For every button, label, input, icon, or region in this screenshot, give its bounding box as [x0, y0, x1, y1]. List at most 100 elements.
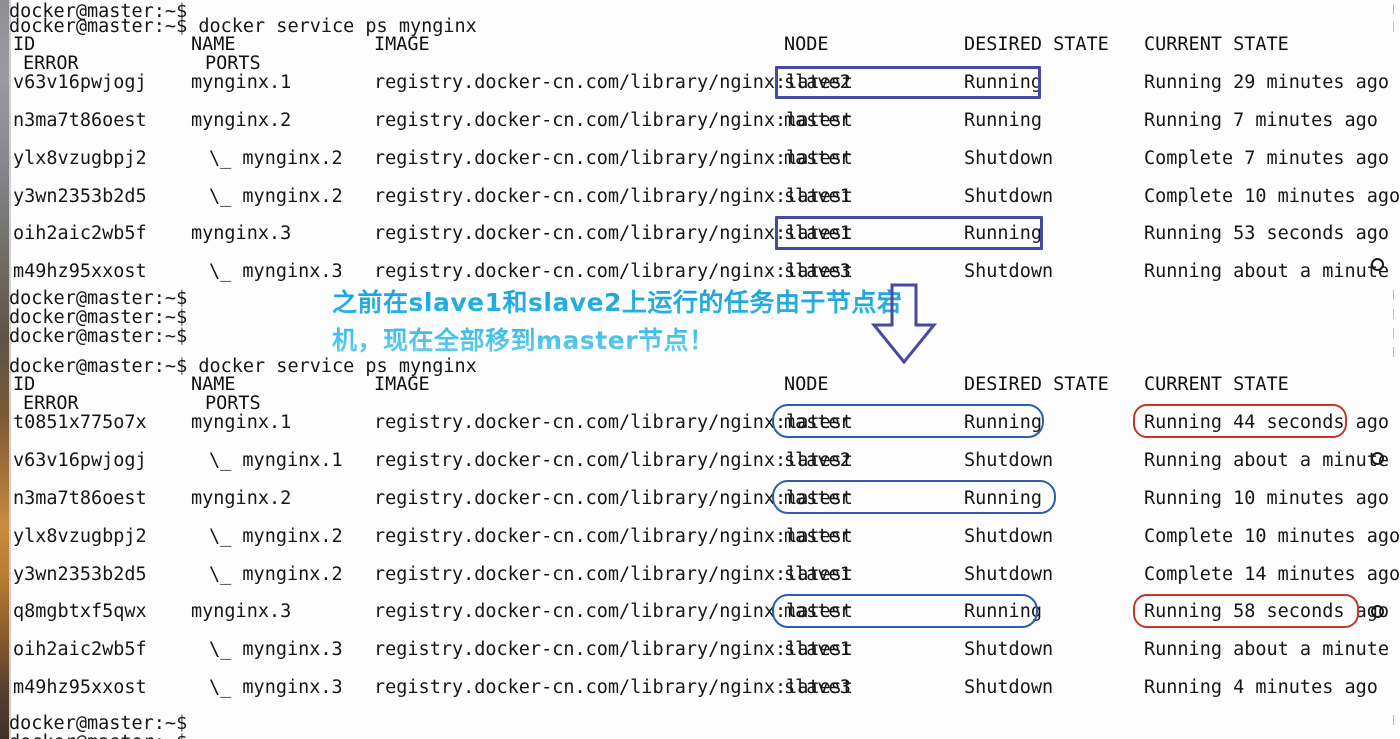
- cell-id: v63v16pwjogj: [13, 72, 147, 93]
- cell-id: m49hz95xxost: [13, 677, 147, 698]
- cell-image: registry.docker-cn.com/library/nginx:lat…: [374, 148, 853, 169]
- cell-node: slave3: [784, 677, 851, 698]
- cell-current-state: Complete 10 minutes ago: [1144, 526, 1400, 547]
- cell-node: master: [784, 148, 851, 169]
- cell-desired-state: Shutdown: [964, 564, 1054, 585]
- table-row: v63v16pwjogj mynginx.1 registry.docker-c…: [9, 71, 1400, 95]
- cell-desired-state: Shutdown: [964, 148, 1054, 169]
- cell-node: master: [784, 110, 851, 131]
- prompt-line-cutoff: docker@master:~$: [9, 732, 187, 739]
- cell-name: \_ mynginx.1: [209, 450, 343, 471]
- table-row: oih2aic2wb5f mynginx.3 registry.docker-c…: [9, 222, 1400, 246]
- cell-image: registry.docker-cn.com/library/nginx:lat…: [374, 488, 853, 509]
- cell-id: n3ma7t86oest: [13, 110, 147, 131]
- terminal-window[interactable]: docker@master:~$ docker@master:~$ docker…: [9, 0, 1400, 739]
- edge-artifact: [1393, 309, 1394, 319]
- cell-desired-state: Running: [964, 412, 1042, 433]
- table-row: m49hz95xxost \_ mynginx.3 registry.docke…: [9, 260, 1400, 284]
- cell-id: v63v16pwjogj: [13, 450, 147, 471]
- table-row: ylx8vzugbpj2 \_ mynginx.2 registry.docke…: [9, 525, 1400, 549]
- edge-artifact: [1393, 22, 1394, 32]
- table-row: t0851x775o7x mynginx.1 registry.docker-c…: [9, 411, 1400, 435]
- cell-current-state: Running 44 seconds ago: [1144, 412, 1390, 433]
- cell-name: \_ mynginx.2: [209, 186, 343, 207]
- table-row: y3wn2353b2d5 \_ mynginx.2 registry.docke…: [9, 185, 1400, 209]
- edge-artifact-dot: [1371, 258, 1384, 271]
- cell-desired-state: Shutdown: [964, 186, 1054, 207]
- cell-image: registry.docker-cn.com/library/nginx:lat…: [374, 450, 853, 471]
- edge-artifact: [1393, 4, 1394, 14]
- cell-image: registry.docker-cn.com/library/nginx:lat…: [374, 526, 853, 547]
- cell-node: master: [784, 412, 851, 433]
- cell-id: t0851x775o7x: [13, 412, 147, 433]
- cell-desired-state: Shutdown: [964, 526, 1054, 547]
- cell-current-state: Running about a minute ago: [1144, 261, 1390, 282]
- cell-image: registry.docker-cn.com/library/nginx:lat…: [374, 677, 853, 698]
- cell-name: mynginx.2: [191, 488, 292, 509]
- cell-image: registry.docker-cn.com/library/nginx:lat…: [374, 186, 853, 207]
- cell-desired-state: Running: [964, 601, 1042, 622]
- cell-image: registry.docker-cn.com/library/nginx:lat…: [374, 261, 853, 282]
- cell-image: registry.docker-cn.com/library/nginx:lat…: [374, 601, 853, 622]
- screenshot-root: docker@master:~$ docker@master:~$ docker…: [0, 0, 1400, 739]
- down-arrow-icon: [870, 283, 938, 365]
- cell-id: oih2aic2wb5f: [13, 639, 147, 660]
- edge-artifact: [1393, 347, 1394, 357]
- cell-name: \_ mynginx.2: [209, 526, 343, 547]
- cell-name: \_ mynginx.3: [209, 261, 343, 282]
- cell-node: master: [784, 601, 851, 622]
- cell-name: \_ mynginx.3: [209, 639, 343, 660]
- cell-id: y3wn2353b2d5: [13, 186, 147, 207]
- cell-desired-state: Shutdown: [964, 677, 1054, 698]
- cell-image: registry.docker-cn.com/library/nginx:lat…: [374, 412, 853, 433]
- cell-current-state: Running 10 minutes ago: [1144, 488, 1390, 509]
- cell-name: \_ mynginx.3: [209, 677, 343, 698]
- table-row: oih2aic2wb5f \_ mynginx.3 registry.docke…: [9, 638, 1400, 662]
- cell-node: slave2: [784, 450, 851, 471]
- table-row: ylx8vzugbpj2 \_ mynginx.2 registry.docke…: [9, 147, 1400, 171]
- cell-image: registry.docker-cn.com/library/nginx:lat…: [374, 564, 853, 585]
- cell-node: slave3: [784, 261, 851, 282]
- table-row: n3ma7t86oest mynginx.2 registry.docker-c…: [9, 109, 1400, 133]
- cell-current-state: Running 29 minutes ago: [1144, 72, 1390, 93]
- table-row: v63v16pwjogj \_ mynginx.1 registry.docke…: [9, 449, 1400, 473]
- cell-current-state: Running 4 minutes ago: [1144, 677, 1378, 698]
- cell-name: mynginx.1: [191, 72, 292, 93]
- cell-current-state: Running 58 seconds ago: [1144, 601, 1390, 622]
- edge-artifact: [1393, 328, 1394, 338]
- cell-name: \_ mynginx.2: [209, 564, 343, 585]
- edge-artifact: [1393, 715, 1394, 725]
- cell-node: slave1: [784, 639, 851, 660]
- cell-name: mynginx.2: [191, 110, 292, 131]
- cell-current-state: Running about a minute ago: [1144, 639, 1390, 660]
- cell-id: m49hz95xxost: [13, 261, 147, 282]
- edge-artifact-dot: [1371, 605, 1384, 618]
- cell-id: q8mgbtxf5qwx: [13, 601, 147, 622]
- table-row: q8mgbtxf5qwx mynginx.3 registry.docker-c…: [9, 600, 1400, 624]
- cell-id: y3wn2353b2d5: [13, 564, 147, 585]
- cell-image: registry.docker-cn.com/library/nginx:lat…: [374, 223, 853, 244]
- cell-node: slave1: [784, 564, 851, 585]
- table-row: n3ma7t86oest mynginx.2 registry.docker-c…: [9, 487, 1400, 511]
- desktop-wallpaper-strip: [0, 0, 9, 739]
- cell-name: mynginx.1: [191, 412, 292, 433]
- cell-current-state: Running 53 seconds ago: [1144, 223, 1390, 244]
- cell-desired-state: Running: [964, 488, 1042, 509]
- cell-node: slave1: [784, 186, 851, 207]
- cell-id: ylx8vzugbpj2: [13, 526, 147, 547]
- annotation-line-2: 机，现在全部移到master节点！: [332, 326, 715, 355]
- cell-current-state: Running about a minute ago: [1144, 450, 1390, 471]
- cell-desired-state: Running: [964, 223, 1042, 244]
- cell-image: registry.docker-cn.com/library/nginx:lat…: [374, 72, 853, 93]
- cell-desired-state: Shutdown: [964, 639, 1054, 660]
- table-row: y3wn2353b2d5 \_ mynginx.2 registry.docke…: [9, 563, 1400, 587]
- cell-name: mynginx.3: [191, 601, 292, 622]
- cell-image: registry.docker-cn.com/library/nginx:lat…: [374, 110, 853, 131]
- annotation-text: 之前在slave1和slave2上运行的任务由于节点宕 机，现在全部移到mast…: [332, 284, 902, 360]
- cell-image: registry.docker-cn.com/library/nginx:lat…: [374, 639, 853, 660]
- edge-artifact-dot: [1371, 452, 1384, 465]
- annotation-line-1: 之前在slave1和slave2上运行的任务由于节点宕: [332, 288, 903, 317]
- cell-id: oih2aic2wb5f: [13, 223, 147, 244]
- cell-desired-state: Running: [964, 110, 1042, 131]
- table-row: m49hz95xxost \_ mynginx.3 registry.docke…: [9, 676, 1400, 700]
